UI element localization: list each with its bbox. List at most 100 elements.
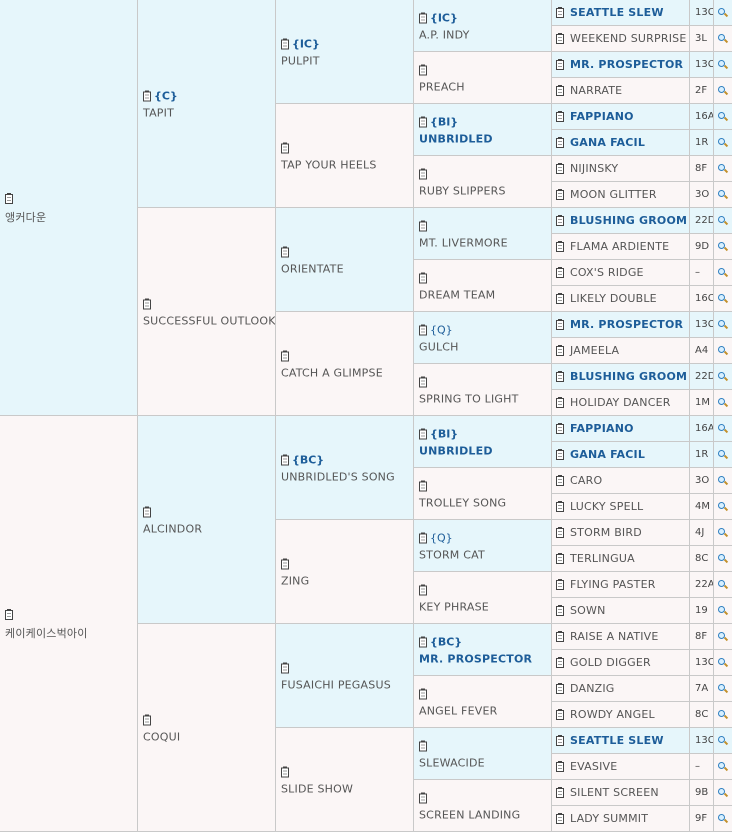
horse-name-link[interactable]: LIKELY DOUBLE [570, 292, 657, 305]
clipboard-icon[interactable] [556, 58, 564, 70]
search-button[interactable] [714, 104, 732, 130]
clipboard-icon[interactable] [143, 90, 151, 101]
clipboard-icon[interactable] [281, 766, 289, 777]
horse-name-link[interactable]: STORM CAT [419, 548, 549, 561]
search-button[interactable] [714, 676, 732, 702]
clipboard-icon[interactable] [281, 558, 289, 569]
horse-name-link[interactable]: 앵커다운 [5, 209, 135, 225]
horse-name-link[interactable]: FLYING PASTER [570, 578, 656, 591]
search-button[interactable] [714, 598, 732, 624]
clipboard-icon[interactable] [419, 532, 427, 543]
clipboard-icon[interactable] [556, 500, 564, 512]
horse-name-link[interactable]: PULPIT [281, 54, 411, 67]
clipboard-icon[interactable] [556, 422, 564, 434]
clipboard-icon[interactable] [556, 6, 564, 18]
search-button[interactable] [714, 234, 732, 260]
clipboard-icon[interactable] [281, 246, 289, 257]
clipboard-icon[interactable] [419, 792, 427, 803]
horse-name-link[interactable]: COQUI [143, 730, 273, 743]
clipboard-icon[interactable] [556, 630, 564, 642]
horse-name-link[interactable]: A.P. INDY [419, 28, 549, 41]
clipboard-icon[interactable] [419, 376, 427, 387]
clipboard-icon[interactable] [281, 38, 289, 49]
clipboard-icon[interactable] [5, 192, 13, 204]
horse-name-link[interactable]: SILENT SCREEN [570, 786, 659, 799]
horse-name-link[interactable]: CATCH A GLIMPSE [281, 366, 411, 379]
search-button[interactable] [714, 338, 732, 364]
horse-name-link[interactable]: EVASIVE [570, 760, 617, 773]
horse-name-link[interactable]: FAPPIANO [570, 422, 634, 435]
horse-name-link[interactable]: DANZIG [570, 682, 615, 695]
search-button[interactable] [714, 26, 732, 52]
horse-name-link[interactable]: UNBRIDLED'S SONG [281, 470, 411, 483]
horse-name-link[interactable]: UNBRIDLED [419, 444, 549, 457]
horse-name-link[interactable]: FLAMA ARDIENTE [570, 240, 669, 253]
search-button[interactable] [714, 260, 732, 286]
clipboard-icon[interactable] [556, 370, 564, 382]
clipboard-icon[interactable] [419, 64, 427, 75]
clipboard-icon[interactable] [556, 656, 564, 668]
search-button[interactable] [714, 520, 732, 546]
search-button[interactable] [714, 650, 732, 676]
horse-name-link[interactable]: WEEKEND SURPRISE [570, 32, 686, 45]
search-button[interactable] [714, 624, 732, 650]
clipboard-icon[interactable] [281, 350, 289, 361]
horse-name-link[interactable]: UNBRIDLED [419, 132, 549, 145]
search-button[interactable] [714, 208, 732, 234]
horse-name-link[interactable]: TERLINGUA [570, 552, 635, 565]
clipboard-icon[interactable] [556, 448, 564, 460]
clipboard-icon[interactable] [419, 740, 427, 751]
horse-name-link[interactable]: SLIDE SHOW [281, 782, 411, 795]
clipboard-icon[interactable] [556, 734, 564, 746]
search-button[interactable] [714, 156, 732, 182]
search-button[interactable] [714, 572, 732, 598]
horse-name-link[interactable]: TAP YOUR HEELS [281, 158, 411, 171]
clipboard-icon[interactable] [419, 584, 427, 595]
clipboard-icon[interactable] [556, 292, 564, 304]
clipboard-icon[interactable] [556, 396, 564, 408]
horse-name-link[interactable]: CARO [570, 474, 602, 487]
clipboard-icon[interactable] [419, 116, 427, 127]
clipboard-icon[interactable] [556, 110, 564, 122]
horse-name-link[interactable]: STORM BIRD [570, 526, 642, 539]
horse-name-link[interactable]: ZING [281, 574, 411, 587]
search-button[interactable] [714, 416, 732, 442]
search-button[interactable] [714, 702, 732, 728]
clipboard-icon[interactable] [281, 454, 289, 465]
search-button[interactable] [714, 130, 732, 156]
horse-name-link[interactable]: GOLD DIGGER [570, 656, 651, 669]
horse-name-link[interactable]: LUCKY SPELL [570, 500, 643, 513]
horse-name-link[interactable]: COX'S RIDGE [570, 266, 644, 279]
clipboard-icon[interactable] [143, 298, 151, 309]
search-button[interactable] [714, 468, 732, 494]
horse-name-link[interactable]: GULCH [419, 340, 549, 353]
horse-name-link[interactable]: FUSAICHI PEGASUS [281, 678, 411, 691]
horse-name-link[interactable]: BLUSHING GROOM [570, 370, 687, 383]
horse-name-link[interactable]: PREACH [419, 80, 549, 93]
horse-name-link[interactable]: MR. PROSPECTOR [570, 58, 683, 71]
clipboard-icon[interactable] [419, 688, 427, 699]
horse-name-link[interactable]: RAISE A NATIVE [570, 630, 659, 643]
horse-name-link[interactable]: SCREEN LANDING [419, 808, 549, 821]
search-button[interactable] [714, 442, 732, 468]
clipboard-icon[interactable] [556, 786, 564, 798]
horse-name-link[interactable]: MR. PROSPECTOR [419, 652, 549, 665]
horse-name-link[interactable]: 케이케이스벅아이 [5, 625, 135, 641]
horse-name-link[interactable]: GANA FACIL [570, 136, 645, 149]
horse-name-link[interactable]: TROLLEY SONG [419, 496, 549, 509]
horse-name-link[interactable]: RUBY SLIPPERS [419, 184, 549, 197]
horse-name-link[interactable]: BLUSHING GROOM [570, 214, 687, 227]
clipboard-icon[interactable] [556, 552, 564, 564]
search-button[interactable] [714, 754, 732, 780]
horse-name-link[interactable]: FAPPIANO [570, 110, 634, 123]
horse-name-link[interactable]: HOLIDAY DANCER [570, 396, 671, 409]
search-button[interactable] [714, 52, 732, 78]
horse-name-link[interactable]: MT. LIVERMORE [419, 236, 549, 249]
horse-name-link[interactable]: GANA FACIL [570, 448, 645, 461]
horse-name-link[interactable]: ANGEL FEVER [419, 704, 549, 717]
clipboard-icon[interactable] [556, 266, 564, 278]
horse-name-link[interactable]: DREAM TEAM [419, 288, 549, 301]
clipboard-icon[interactable] [556, 344, 564, 356]
horse-name-link[interactable]: LADY SUMMIT [570, 812, 648, 825]
horse-name-link[interactable]: NIJINSKY [570, 162, 618, 175]
